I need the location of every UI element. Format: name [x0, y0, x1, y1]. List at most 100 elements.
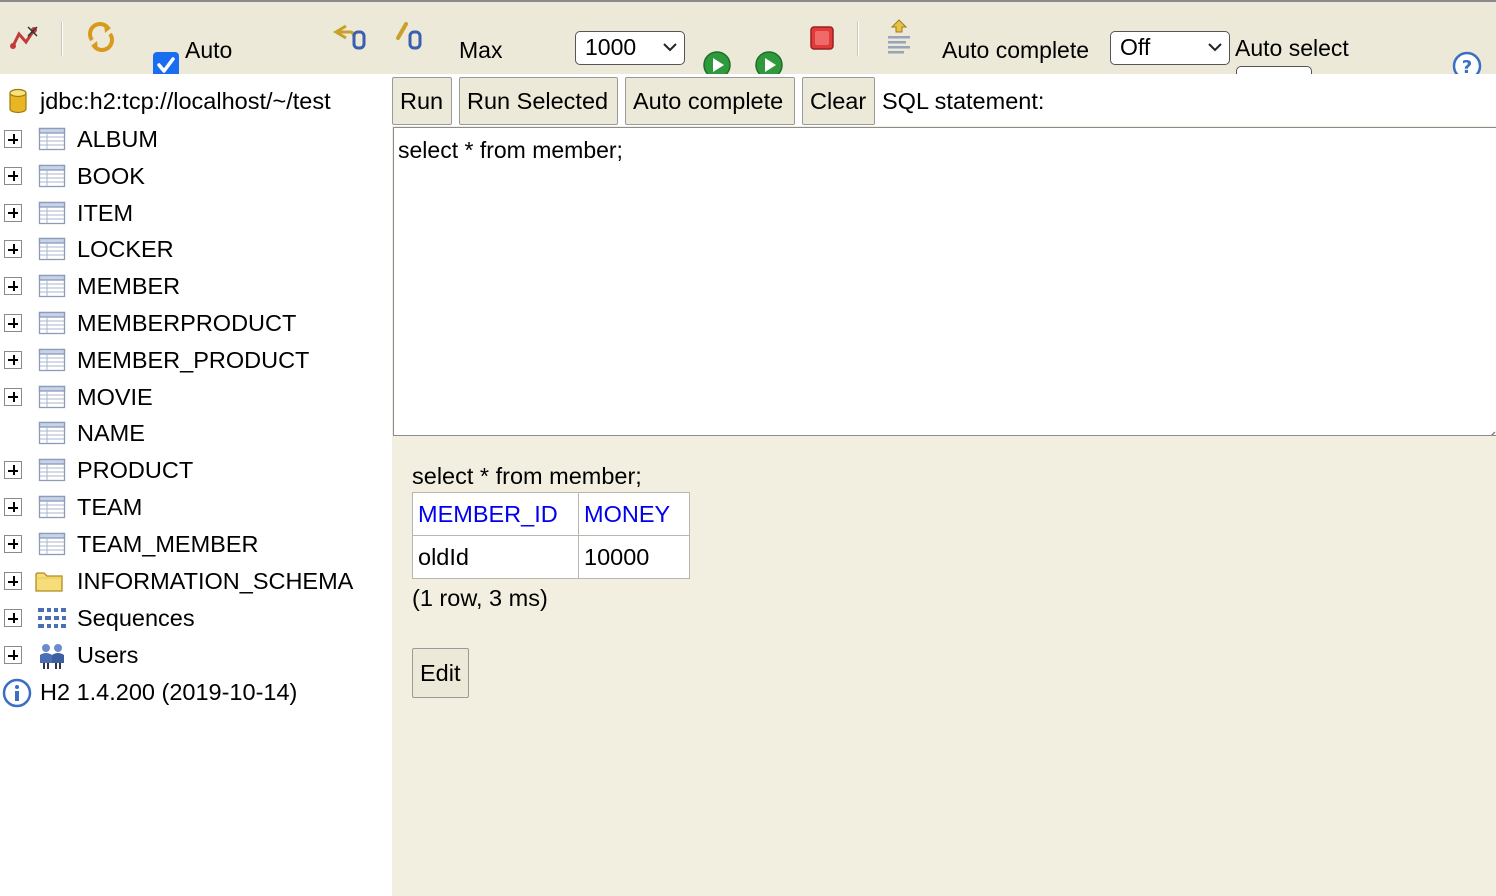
sql-editor-text: select * from member; [398, 137, 623, 163]
expand-icon[interactable] [4, 609, 22, 627]
sql-editor[interactable]: select * from member; [393, 127, 1496, 436]
tree-item-label: MEMBER_PRODUCT [77, 346, 310, 373]
sql-statement-label: SQL statement: [882, 88, 1045, 114]
users-icon [37, 641, 65, 669]
tree-item-label: Sequences [77, 605, 195, 631]
tree-item-table[interactable]: ALBUM [0, 122, 392, 156]
toolbar-separator [857, 22, 859, 56]
tree-item-table[interactable]: TEAM_MEMBER [0, 527, 392, 561]
auto-select-select[interactable] [1236, 66, 1312, 74]
tree-item-label: ALBUM [77, 126, 158, 152]
tree-item-table[interactable]: MEMBER_PRODUCT [0, 343, 392, 377]
sequences-icon [37, 604, 66, 632]
expand-icon[interactable] [4, 240, 22, 259]
auto-commit-label: Auto [185, 37, 233, 63]
help-icon[interactable]: ? [1452, 51, 1482, 74]
table-icon [38, 199, 66, 227]
tree-item-table[interactable]: BOOK [0, 159, 392, 193]
tree-item-label: Users [77, 642, 139, 668]
expand-icon[interactable] [4, 387, 22, 406]
connection-label: jdbc:h2:tcp://localhost/~/test [40, 88, 331, 114]
expand-icon[interactable] [4, 534, 22, 553]
run-button[interactable]: Run [392, 77, 452, 125]
expand-icon[interactable] [4, 461, 22, 480]
result-info: (1 row, 3 ms) [412, 585, 548, 611]
tree-connection[interactable]: jdbc:h2:tcp://localhost/~/test [0, 84, 392, 118]
tree-item-label: PRODUCT [77, 457, 194, 484]
table-icon [38, 530, 66, 558]
auto-commit-checkbox[interactable] [153, 52, 179, 74]
table-header-row: MEMBER_ID MONEY [412, 492, 690, 536]
expand-icon[interactable] [4, 572, 22, 590]
tree-item-table[interactable]: MEMBERPRODUCT [0, 306, 392, 340]
table-icon [38, 456, 66, 484]
table-icon [38, 346, 66, 374]
chevron-down-icon [662, 41, 678, 53]
run-selected-button[interactable]: Run Selected [459, 77, 618, 125]
tree-item-label: LOCKER [77, 236, 174, 263]
tree-item-label: TEAM [77, 494, 143, 520]
stop-icon[interactable] [810, 26, 834, 50]
result-table: MEMBER_ID MONEY oldId 10000 [412, 492, 690, 579]
tree-item-label: BOOK [77, 162, 145, 189]
info-icon [2, 678, 32, 708]
expand-icon[interactable] [4, 498, 22, 516]
expand-icon[interactable] [4, 166, 22, 185]
tree-item-label: ITEM [77, 199, 134, 226]
rollback-icon[interactable] [332, 20, 368, 52]
tree-item-information-schema[interactable]: INFORMATION_SCHEMA [0, 564, 392, 598]
tree-item-table[interactable]: PRODUCT [0, 453, 392, 487]
query-panel: Run Run Selected Auto complete Clear SQL… [392, 74, 1496, 896]
tree-item-users[interactable]: Users [0, 638, 392, 672]
auto-complete-select[interactable]: Off [1110, 31, 1230, 65]
run-icon[interactable] [702, 50, 732, 74]
tree-item-table[interactable]: LOCKER [0, 232, 392, 266]
history-icon[interactable] [884, 18, 914, 58]
expand-icon[interactable] [4, 314, 22, 332]
table-icon [38, 162, 66, 190]
commit-icon[interactable] [394, 20, 426, 52]
table-icon [38, 125, 66, 153]
expand-icon[interactable] [4, 130, 22, 148]
auto-complete-value: Off [1120, 34, 1151, 60]
expand-icon[interactable] [4, 203, 22, 222]
tree-item-table[interactable]: MEMBER [0, 269, 392, 303]
auto-select-label: Auto select [1235, 35, 1349, 61]
svg-text:?: ? [1462, 57, 1472, 74]
table-cell: 10000 [578, 535, 690, 579]
tree-item-table[interactable]: MOVIE [0, 380, 392, 414]
edit-button[interactable]: Edit [412, 648, 469, 698]
tree-item-label: MEMBERPRODUCT [77, 310, 297, 336]
max-rows-select[interactable]: 1000 [575, 31, 685, 65]
auto-complete-button[interactable]: Auto complete [625, 77, 795, 125]
expand-icon[interactable] [4, 646, 22, 664]
tree-item-table[interactable]: NAME [0, 416, 392, 450]
expand-icon[interactable] [4, 277, 22, 296]
table-row: oldId 10000 [412, 535, 690, 579]
auto-complete-label: Auto complete [942, 37, 1090, 63]
tree-item-label: MOVIE [77, 383, 153, 410]
clear-button[interactable]: Clear [802, 77, 875, 125]
table-icon [38, 493, 66, 521]
tree-item-label: NAME [77, 420, 145, 447]
tree-item-table[interactable]: ITEM [0, 196, 392, 230]
tree-item-table[interactable]: TEAM [0, 490, 392, 524]
tree-item-label: INFORMATION_SCHEMA [77, 568, 354, 594]
column-header[interactable]: MONEY [578, 492, 690, 536]
disconnect-icon[interactable] [8, 22, 40, 54]
tree-item-label: TEAM_MEMBER [77, 530, 259, 557]
column-header[interactable]: MEMBER_ID [412, 492, 579, 536]
tree-version: H2 1.4.200 (2019-10-14) [0, 675, 392, 709]
folder-icon [34, 567, 63, 595]
toolbar: Auto Max 1000 Auto complete Off Auto sel… [0, 0, 1496, 74]
resize-grip-icon[interactable] [1482, 421, 1496, 435]
version-label: H2 1.4.200 (2019-10-14) [40, 679, 298, 705]
toolbar-separator [61, 22, 63, 56]
expand-icon[interactable] [4, 350, 22, 369]
tree-item-sequences[interactable]: Sequences [0, 601, 392, 635]
table-icon [38, 383, 66, 411]
table-cell: oldId [412, 535, 579, 579]
refresh-icon[interactable] [84, 20, 118, 54]
table-icon [38, 235, 66, 263]
run-selected-icon[interactable] [754, 50, 784, 74]
